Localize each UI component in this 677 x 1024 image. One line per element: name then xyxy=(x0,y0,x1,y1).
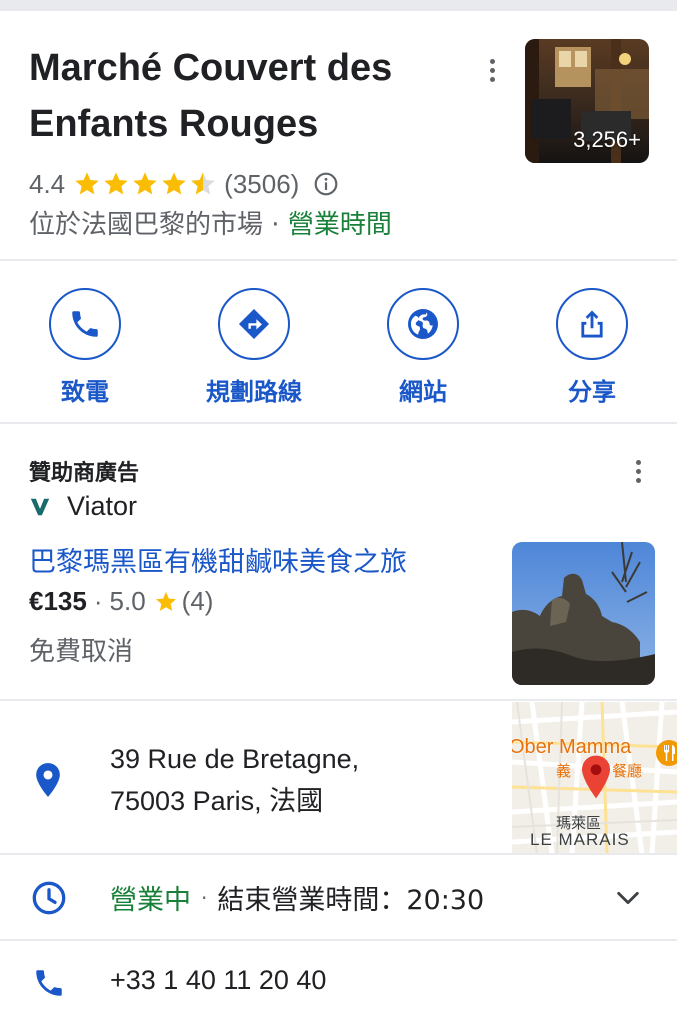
category-row: 位於法國巴黎的市場 · 營業時間 xyxy=(29,205,392,245)
clock-icon xyxy=(32,881,66,915)
share-button[interactable]: 分享 xyxy=(522,288,662,407)
more-dot-icon xyxy=(489,76,495,82)
map-restaurant-label: Ober Mamma xyxy=(512,736,632,758)
ad-thumbnail[interactable] xyxy=(512,542,655,685)
address-line-2: 75003 Paris, 法國 xyxy=(110,786,324,816)
open-status: 營業中 xyxy=(110,885,191,916)
ad-separator: · xyxy=(93,586,103,616)
ad-title-link[interactable]: 巴黎瑪黑區有機甜鹹味美食之旅 xyxy=(29,540,407,579)
hours-row[interactable]: 營業中 · 結束營業時間：20:30 xyxy=(110,878,484,917)
star-icon xyxy=(155,591,176,611)
more-dot-icon xyxy=(489,67,495,73)
restaurant-marker-icon xyxy=(656,740,677,766)
place-photo[interactable]: 3,256+ xyxy=(525,39,649,163)
sponsored-heading: 贊助商廣告 xyxy=(29,461,140,486)
half-star-icon xyxy=(191,172,215,195)
statue-photo xyxy=(512,542,655,685)
divider xyxy=(0,259,677,261)
review-count[interactable]: (3506) xyxy=(224,169,299,200)
directions-circle xyxy=(218,288,290,360)
share-circle xyxy=(556,288,628,360)
phone-icon xyxy=(36,970,62,996)
hours-separator: · xyxy=(201,885,208,910)
divider xyxy=(0,699,677,701)
info-icon[interactable] xyxy=(313,171,339,197)
website-circle xyxy=(387,288,459,360)
place-title: Marché Couvert des Enfants Rouges xyxy=(29,40,469,152)
ad-options-button[interactable] xyxy=(626,456,650,486)
hours-link[interactable]: 營業時間 xyxy=(288,210,392,240)
closing-time: 結束營業時間：20:30 xyxy=(217,885,485,916)
divider xyxy=(0,939,677,941)
ad-rating: 5.0 xyxy=(109,586,146,616)
star-icon xyxy=(162,172,186,195)
map-restaurant-sub-1: 義 xyxy=(556,763,572,780)
ad-cancellation: 免費取消 xyxy=(29,637,134,667)
directions-label: 規劃路線 xyxy=(206,378,302,406)
website-button[interactable]: 網站 xyxy=(353,288,493,407)
phone-icon xyxy=(72,311,98,337)
more-dot-icon xyxy=(635,477,641,483)
top-edge-bar xyxy=(0,0,677,11)
phone-number[interactable]: +33 1 40 11 20 40 xyxy=(110,965,326,996)
photo-count-label: 3,256+ xyxy=(573,127,641,152)
map-restaurant-sub-2: 餐廳 xyxy=(612,763,643,780)
star-icon xyxy=(133,172,157,195)
more-dot-icon xyxy=(489,58,495,64)
place-title-line-1: Marché Couvert des xyxy=(29,47,393,89)
advertiser-row[interactable]: Viator xyxy=(29,491,137,522)
more-dot-icon xyxy=(635,468,641,474)
place-category: 位於法國巴黎的市場 xyxy=(29,210,264,240)
action-bar: 致電 規劃路線 網站 分享 xyxy=(0,262,677,422)
star-icon xyxy=(75,172,99,195)
share-icon xyxy=(581,310,603,338)
address-line-1: 39 Rue de Bretagne, xyxy=(110,744,360,774)
map-pin-icon xyxy=(582,755,610,799)
call-button[interactable]: 致電 xyxy=(15,288,155,407)
rating-stars xyxy=(73,170,218,198)
place-title-line-2: Enfants Rouges xyxy=(29,103,319,145)
star-icon xyxy=(104,172,128,195)
ad-review-count: (4) xyxy=(181,586,214,616)
category-separator: · xyxy=(271,210,280,240)
fork-knife-icon xyxy=(664,745,675,761)
more-dot-icon xyxy=(635,459,641,465)
ad-price: €135 xyxy=(29,586,87,616)
ad-price-row: €135 · 5.0 (4) xyxy=(29,586,213,617)
chevron-down-icon[interactable] xyxy=(614,884,642,912)
share-label: 分享 xyxy=(568,378,616,406)
divider xyxy=(0,422,677,424)
address-block[interactable]: 39 Rue de Bretagne, 75003 Paris, 法國 xyxy=(110,738,359,822)
divider xyxy=(0,853,677,855)
map-preview[interactable]: Ober Mamma 義 餐廳 瑪萊區 LE MARAIS xyxy=(512,702,677,854)
call-circle xyxy=(49,288,121,360)
call-label: 致電 xyxy=(61,378,109,406)
rating-value: 4.4 xyxy=(29,168,66,199)
rating-row: 4.4 (3506) xyxy=(29,166,339,202)
advertiser-name: Viator xyxy=(67,491,138,521)
location-pin-icon xyxy=(36,763,60,797)
viator-logo-icon xyxy=(30,498,50,515)
more-options-button[interactable] xyxy=(478,52,506,88)
map-district-fr: LE MARAIS xyxy=(530,830,630,849)
globe-icon xyxy=(408,309,438,339)
directions-button[interactable]: 規劃路線 xyxy=(184,288,324,407)
directions-icon xyxy=(238,308,270,340)
website-label: 網站 xyxy=(399,378,447,406)
